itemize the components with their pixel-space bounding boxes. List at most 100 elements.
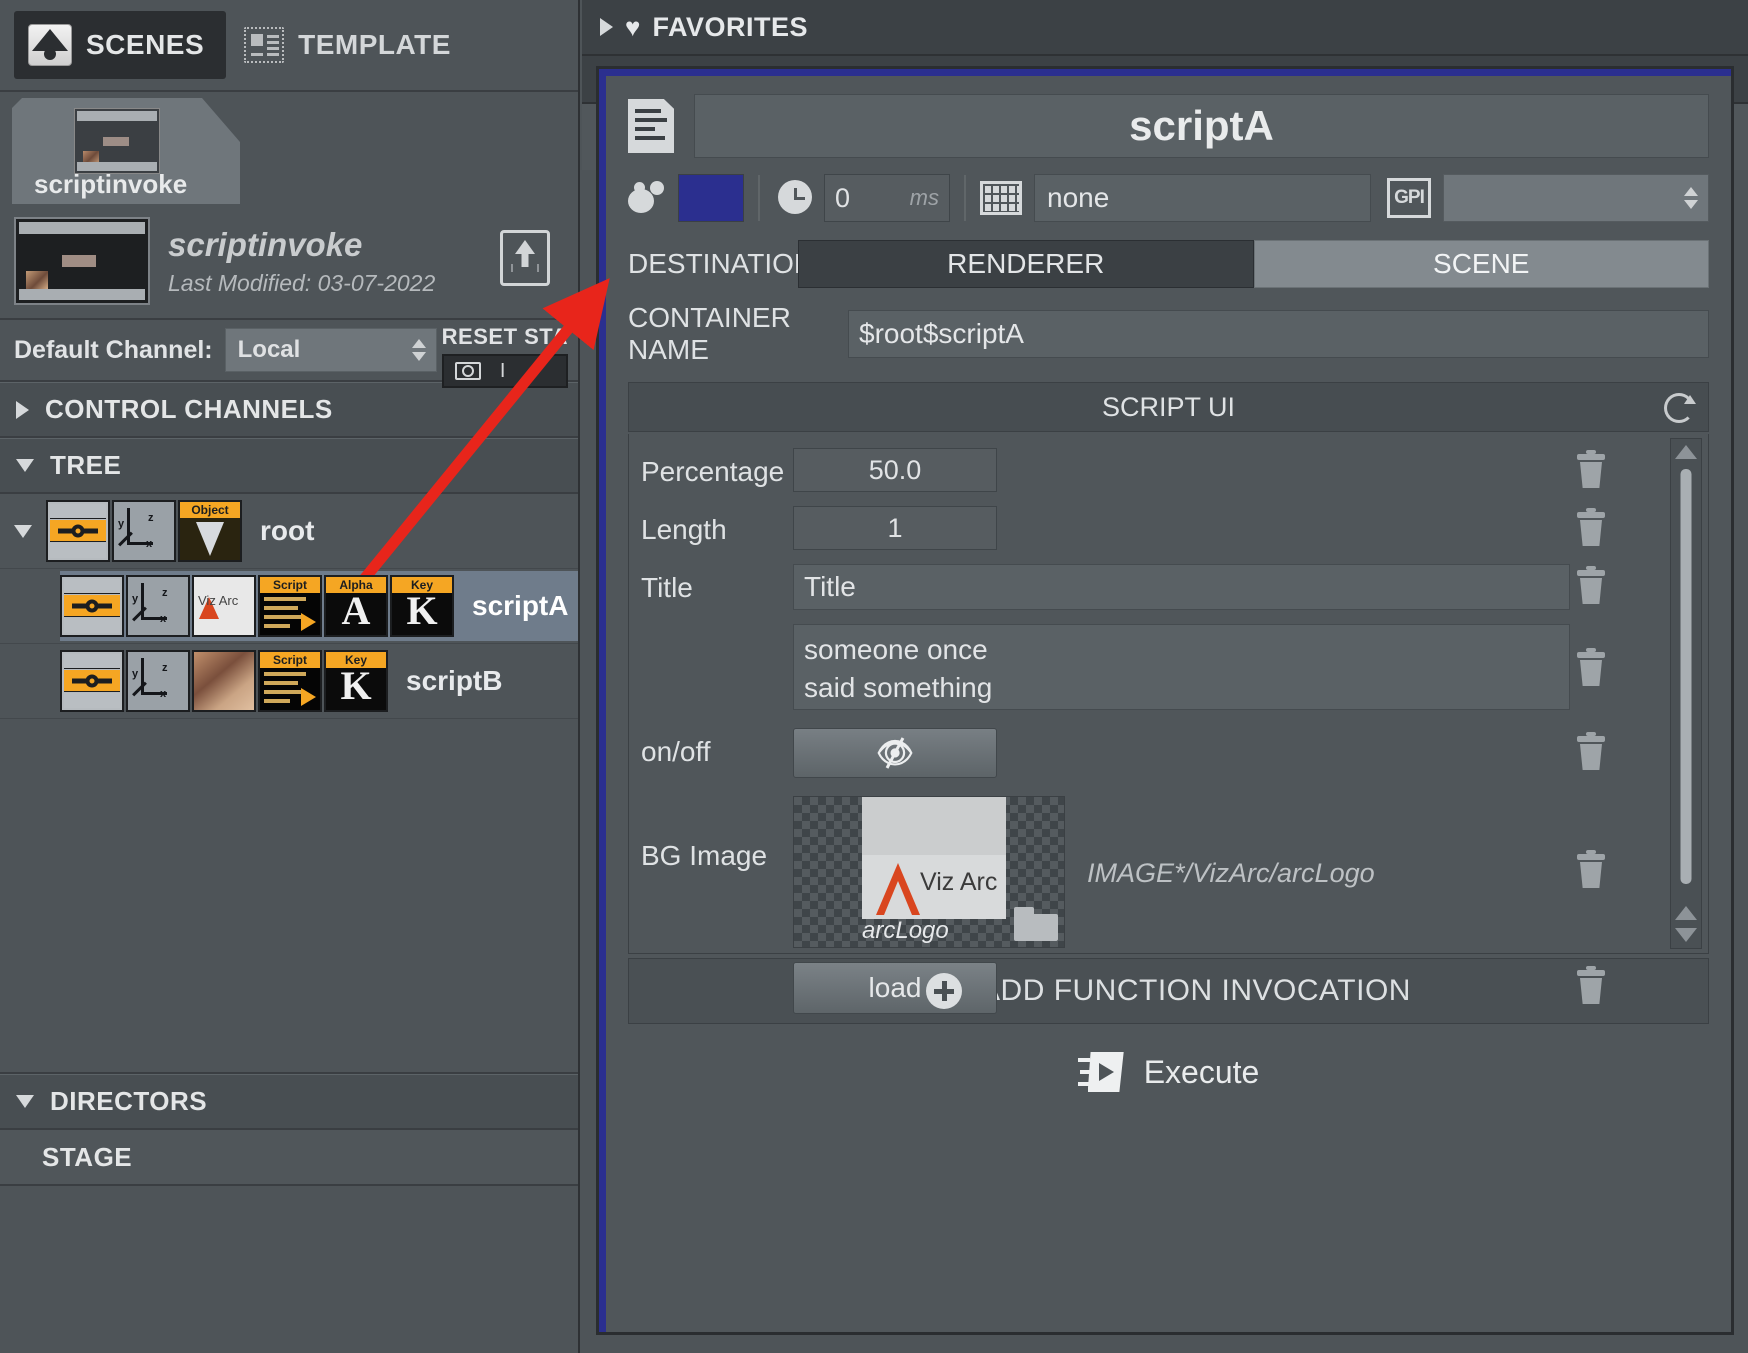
- script-ui-body: Percentage 50.0 Length 1: [628, 434, 1709, 954]
- scene-preview-thumbnail[interactable]: [14, 217, 150, 305]
- script-doc-icon: [628, 99, 674, 153]
- tree-row[interactable]: yzx Viz Arc Script Alpha A Key K: [0, 569, 578, 644]
- script-ui-scrollbar[interactable]: [1670, 438, 1702, 949]
- shortcut-input[interactable]: none: [1034, 174, 1371, 222]
- image-vizarc-icon[interactable]: Viz Arc: [192, 575, 256, 637]
- bg-image-caption: arcLogo: [862, 917, 949, 945]
- tree-empty-area: [0, 719, 578, 1074]
- card-title-input[interactable]: scriptA: [694, 94, 1709, 158]
- script-ui-header: SCRIPT UI: [628, 382, 1709, 432]
- right-panel: ♥ FAVORITES ALL ACTIONS CREATE Group > C…: [582, 0, 1748, 1353]
- scene-name: scriptinvoke: [168, 226, 435, 264]
- reset-stage-group: RESET STA I: [442, 324, 568, 388]
- execute-button[interactable]: Execute: [628, 1034, 1709, 1110]
- section-stage[interactable]: STAGE: [0, 1130, 578, 1186]
- card-accent-top: [599, 69, 1731, 76]
- keyboard-icon: [980, 181, 1022, 215]
- field-onoff-toggle[interactable]: 👁: [793, 728, 997, 778]
- color-swatch[interactable]: [678, 174, 744, 222]
- refresh-icon[interactable]: [1664, 393, 1694, 423]
- tree-expander[interactable]: [0, 525, 46, 538]
- transform-axis-icon[interactable]: yzx: [112, 500, 176, 562]
- left-panel: SCENES TEMPLATE scriptinvoke scriptinvok…: [0, 0, 580, 1353]
- gpi-select[interactable]: [1443, 174, 1709, 222]
- field-bg-image-label: BG Image: [641, 796, 793, 872]
- viz-arc-window: SCENES TEMPLATE scriptinvoke scriptinvok…: [0, 0, 1748, 1353]
- chevron-right-icon[interactable]: [600, 18, 613, 36]
- object-badge: Object: [180, 502, 240, 518]
- trash-icon[interactable]: [1574, 970, 1608, 1006]
- tab-scenes[interactable]: SCENES: [14, 11, 226, 79]
- reset-mode-label[interactable]: I: [492, 356, 514, 386]
- bg-image-text: Viz Arc: [920, 868, 997, 897]
- delay-input[interactable]: 0 ms: [824, 174, 950, 222]
- bg-image-preview: Viz Arc: [862, 797, 1006, 919]
- execute-icon: [1078, 1052, 1124, 1092]
- field-textarea-input[interactable]: someone once said something: [793, 624, 1570, 710]
- trash-icon[interactable]: [1574, 736, 1608, 772]
- scene-tree: yzx Object root yzx Viz Arc Script: [0, 494, 578, 1074]
- folder-icon[interactable]: [1014, 907, 1058, 941]
- section-directors[interactable]: DIRECTORS: [0, 1074, 578, 1130]
- destination-option-scene[interactable]: SCENE: [1254, 240, 1710, 288]
- key-icon[interactable]: Key K: [390, 575, 454, 637]
- camera-icon[interactable]: [444, 356, 492, 386]
- tree-row[interactable]: yzx Object root: [0, 494, 578, 569]
- photo-icon[interactable]: [192, 650, 256, 712]
- object-icon[interactable]: Object: [178, 500, 242, 562]
- key-icon[interactable]: Key K: [324, 650, 388, 712]
- visibility-icon[interactable]: [60, 575, 124, 637]
- alpha-icon[interactable]: Alpha A: [324, 575, 388, 637]
- trash-icon[interactable]: [1574, 454, 1608, 490]
- favorites-bar[interactable]: ♥ FAVORITES: [582, 0, 1748, 56]
- load-button-label: load: [869, 972, 922, 1004]
- field-bg-image-thumbnail[interactable]: Viz Arc arcLogo: [793, 796, 1065, 948]
- default-channel-select[interactable]: Local: [225, 328, 437, 372]
- eye-slash-icon: 👁: [878, 738, 912, 768]
- script-icon[interactable]: Script: [258, 650, 322, 712]
- section-tree[interactable]: TREE: [0, 438, 578, 494]
- field-percentage-input[interactable]: 50.0: [793, 448, 997, 492]
- transform-axis-icon[interactable]: yzx: [126, 650, 190, 712]
- heart-icon: ♥: [625, 12, 640, 43]
- field-percentage-label: Percentage: [641, 448, 793, 488]
- scroll-down-icon[interactable]: [1675, 928, 1697, 942]
- field-length-input[interactable]: 1: [793, 506, 997, 550]
- visibility-icon[interactable]: [46, 500, 110, 562]
- script-icon[interactable]: Script: [258, 575, 322, 637]
- visibility-icon[interactable]: [60, 650, 124, 712]
- scene-tab-strip: scriptinvoke: [0, 92, 578, 204]
- load-button[interactable]: load: [793, 962, 997, 1014]
- template-icon: [244, 27, 284, 63]
- trash-icon[interactable]: [1574, 570, 1608, 606]
- scrollbar-thumb[interactable]: [1681, 469, 1692, 884]
- field-textarea-label: [641, 624, 793, 632]
- scroll-up-icon[interactable]: [1675, 445, 1697, 459]
- scene-thumbnail: [74, 108, 160, 174]
- trash-icon[interactable]: [1574, 652, 1608, 688]
- field-onoff: on/off 👁: [641, 728, 1664, 778]
- export-icon[interactable]: [500, 230, 550, 286]
- destination-option-renderer[interactable]: RENDERER: [798, 240, 1254, 288]
- section-directors-label: DIRECTORS: [50, 1086, 207, 1117]
- trash-icon[interactable]: [1574, 512, 1608, 548]
- execute-label: Execute: [1144, 1054, 1260, 1091]
- scene-tab-scriptinvoke[interactable]: scriptinvoke: [12, 98, 240, 204]
- card-meta-row: 0 ms none GPI: [628, 174, 1709, 222]
- field-title-input[interactable]: Title: [793, 564, 1570, 610]
- container-name-input[interactable]: $root$scriptA: [848, 310, 1709, 358]
- tab-template[interactable]: TEMPLATE: [226, 27, 469, 63]
- section-control-channels[interactable]: CONTROL CHANNELS: [0, 382, 578, 438]
- chevron-updown-icon: [1684, 187, 1698, 209]
- container-name-row: CONTAINER NAME $root$scriptA: [628, 302, 1709, 366]
- tree-row[interactable]: yzx Script Key K scriptB: [0, 644, 578, 719]
- field-length-label: Length: [641, 506, 793, 546]
- card-title-row: scriptA: [628, 94, 1709, 158]
- trash-icon[interactable]: [1574, 854, 1608, 890]
- favorites-label: FAVORITES: [652, 12, 808, 43]
- scene-info-row: scriptinvoke Last Modified: 03-07-2022: [0, 204, 578, 320]
- transform-axis-icon[interactable]: yzx: [126, 575, 190, 637]
- gpi-icon: GPI: [1387, 178, 1431, 218]
- scroll-up-icon[interactable]: [1675, 906, 1697, 920]
- field-textarea-line2: said something: [804, 669, 1559, 707]
